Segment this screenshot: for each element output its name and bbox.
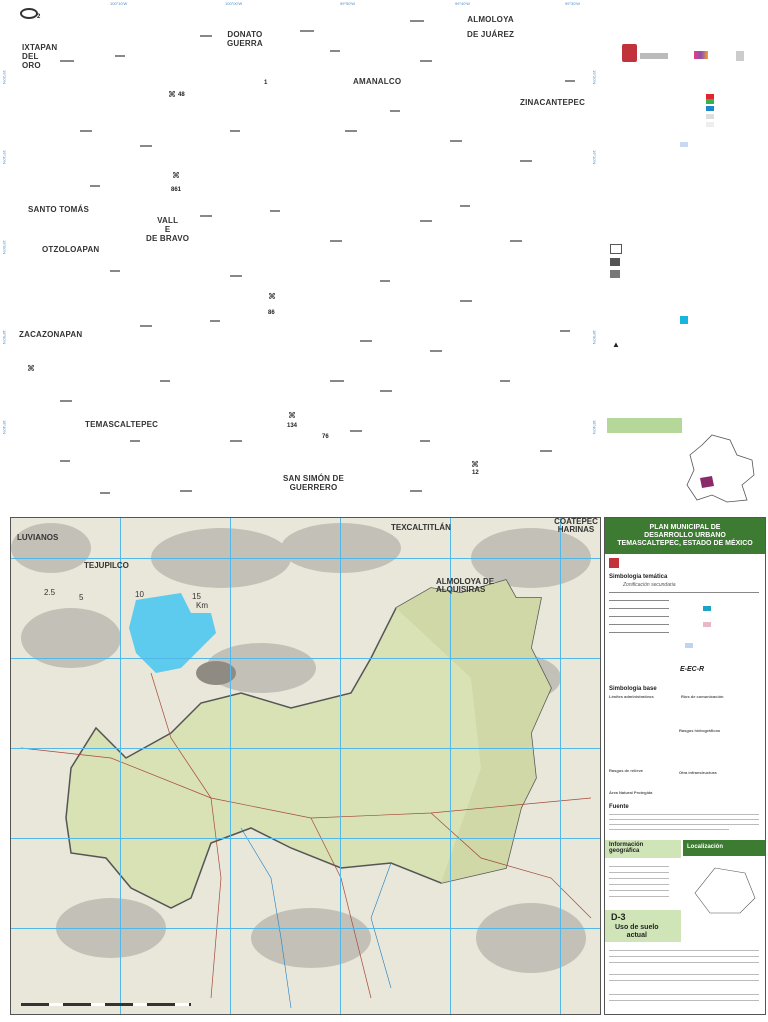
legend-polygon-icon: [610, 270, 620, 278]
logo-text-bar: [640, 53, 668, 59]
grid-line: [11, 658, 600, 659]
text-line: [609, 884, 669, 885]
grid-line: [340, 518, 341, 1014]
legend-swatch: [685, 643, 693, 648]
legend-polygon-icon: [610, 258, 620, 266]
legend-line: [609, 592, 759, 593]
text-line: [609, 1000, 759, 1001]
text-line: [609, 829, 729, 830]
zoning-code: E-EC-R: [680, 666, 705, 673]
text-line: [609, 814, 759, 815]
legend-polygon-icon: [610, 244, 622, 254]
map-label-coatepec: COATEPEC HARINAS: [554, 517, 598, 534]
grid-line: [560, 518, 561, 1014]
text-line: [609, 819, 759, 820]
legend-swatch-blue: [706, 106, 714, 111]
anp-label: Área Natural Protegida: [609, 790, 653, 795]
section-simbologia-base: Simbología base: [609, 686, 657, 692]
limites-label: Límites administrativos: [609, 694, 654, 699]
legend-swatch-lightblue: [680, 142, 688, 147]
text-line: [609, 994, 759, 995]
main-map: LUVIANOS TEJUPILCO TEXCALTITLÁN COATEPEC…: [10, 517, 601, 1015]
text-line: [609, 896, 669, 897]
tertiary-logo-icon: [736, 51, 744, 61]
legend-triangle-icon: ▲: [612, 340, 620, 349]
main-map-terrain: [11, 523, 592, 1009]
legend-swatch-green: [706, 99, 714, 104]
scale-bar: [21, 1003, 191, 1006]
legend-line: [609, 600, 669, 601]
scale-label: 5: [79, 593, 84, 602]
section-simbologia-tematica: Simbología temática: [609, 574, 668, 580]
map-label-tejupilco: TEJUPILCO: [84, 561, 129, 570]
map-label-luvianos: LUVIANOS: [17, 533, 59, 542]
grid-line: [120, 518, 121, 1014]
text-line: [609, 980, 759, 981]
secondary-logo-icon: [694, 51, 708, 59]
map-label-almoloya: ALMOLOYA DE ALQUISIRAS: [436, 577, 495, 594]
text-line: [609, 890, 669, 891]
legend-swatch-light: [706, 122, 714, 127]
legend-green-bar: [607, 418, 682, 433]
scale-label: 10: [135, 590, 144, 599]
rios-label: Ríos de comunicación: [681, 694, 724, 699]
grid-line: [11, 558, 600, 559]
grid-line: [11, 748, 600, 749]
edomex-logo-icon: [609, 558, 619, 568]
plan-title: PLAN MUNICIPAL DE DESARROLLO URBANO TEMA…: [605, 518, 765, 554]
info-geo-label: Información geográfica: [609, 842, 644, 854]
overview-map: 100°10'W 100°00'W 99°50'W 99°40'W 99°30'…: [0, 0, 600, 512]
text-line: [609, 872, 669, 873]
legend-line: [609, 624, 669, 625]
text-line: [609, 824, 759, 825]
edomex-logo-icon: [622, 44, 637, 62]
localizacion-bar: Localización: [683, 840, 765, 856]
legend-swatch: [703, 622, 711, 627]
grid-line: [230, 518, 231, 1014]
text-line: [609, 950, 759, 951]
legend-line: [609, 632, 669, 633]
text-line: [609, 866, 669, 867]
text-line: [609, 974, 759, 975]
legend-cyan-icon: [680, 316, 688, 324]
scale-label: 2.5: [44, 588, 56, 597]
map-label-texcaltitlan: TEXCALTITLÁN: [391, 523, 451, 532]
uso-suelo-label: Uso de suelo actual: [615, 924, 659, 939]
section-fuente: Fuente: [609, 804, 629, 810]
legend-line: [609, 616, 669, 617]
rasgos-label: Rasgos hidrográficos: [679, 728, 721, 733]
locator-map: [694, 867, 756, 914]
state-locator-map: [686, 434, 755, 503]
legend-swatch: [703, 606, 711, 611]
text-line: [609, 956, 759, 957]
text-line: [609, 962, 759, 963]
text-line: [609, 878, 669, 879]
locality-scatter: [60, 20, 575, 494]
legend-swatch-grey: [706, 114, 714, 119]
grid-line: [11, 838, 600, 839]
top-legend-strip: ▲: [600, 0, 768, 512]
sheet-number: D-3: [611, 912, 626, 922]
infra-label: Otra infraestructura: [679, 770, 717, 775]
scale-label: 15: [192, 592, 201, 601]
scale-unit: Km: [196, 601, 208, 610]
legend-line: [609, 608, 669, 609]
grid-line: [11, 928, 600, 929]
zonificacion-label: Zonificación secundaria: [623, 582, 676, 588]
relieve-label: Rasgos de relieve: [609, 768, 644, 773]
map-cartouche: PLAN MUNICIPAL DE DESARROLLO URBANO TEMA…: [604, 517, 766, 1015]
